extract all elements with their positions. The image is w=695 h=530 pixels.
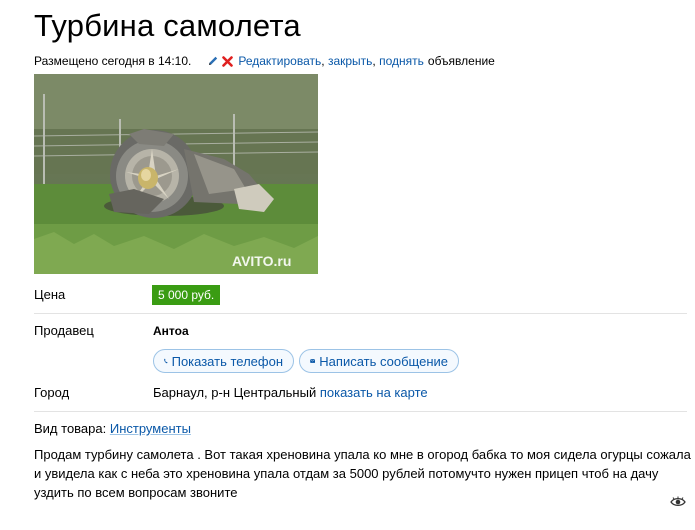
show-on-map-link[interactable]: показать на карте xyxy=(320,385,428,400)
price-value: 5 000 руб. xyxy=(152,285,221,305)
divider xyxy=(34,313,687,314)
pencil-icon[interactable] xyxy=(207,55,219,67)
turbine-photo-image: AVITO.ru xyxy=(34,74,318,274)
price-label: Цена xyxy=(34,287,66,302)
posting-meta: Размещено сегодня в 14:10. Редактировать… xyxy=(34,53,495,69)
goods-type: Вид товара: Инструменты xyxy=(34,421,191,436)
write-message-button[interactable]: Написать сообщение xyxy=(299,349,459,373)
edit-icons xyxy=(207,55,234,67)
phone-icon xyxy=(164,358,168,364)
close-link[interactable]: закрыть xyxy=(328,54,372,68)
city-value: Барнаул, р-н Центральный xyxy=(153,385,317,400)
raise-link[interactable]: поднять xyxy=(379,54,424,68)
write-message-label: Написать сообщение xyxy=(319,353,448,369)
city-info: Барнаул, р-н Центральный показать на кар… xyxy=(153,385,428,400)
comma-separator: , xyxy=(321,54,328,68)
edit-link[interactable]: Редактировать xyxy=(238,54,321,68)
seller-name: Антоа xyxy=(153,324,189,338)
avito-watermark: AVITO.ru xyxy=(232,253,291,269)
ad-word: объявление xyxy=(427,54,495,68)
goods-type-link[interactable]: Инструменты xyxy=(110,421,191,436)
show-phone-button[interactable]: Показать телефон xyxy=(153,349,294,373)
description: Продам турбину самолета . Вот такая хрен… xyxy=(34,447,691,500)
show-phone-label: Показать телефон xyxy=(171,353,283,369)
city-label: Город xyxy=(34,385,70,400)
goods-type-label: Вид товара: xyxy=(34,421,107,436)
listing-photo[interactable]: AVITO.ru xyxy=(34,74,318,274)
page-title: Турбина самолета xyxy=(34,8,301,43)
envelope-icon xyxy=(310,359,316,363)
red-x-icon[interactable] xyxy=(222,55,234,67)
divider xyxy=(34,411,687,412)
edit-links: Редактировать, закрыть, поднять xyxy=(238,53,424,69)
eye-icon[interactable] xyxy=(670,496,686,508)
posted-time: Размещено сегодня в 14:10. xyxy=(34,54,192,68)
seller-label: Продавец xyxy=(34,323,94,338)
